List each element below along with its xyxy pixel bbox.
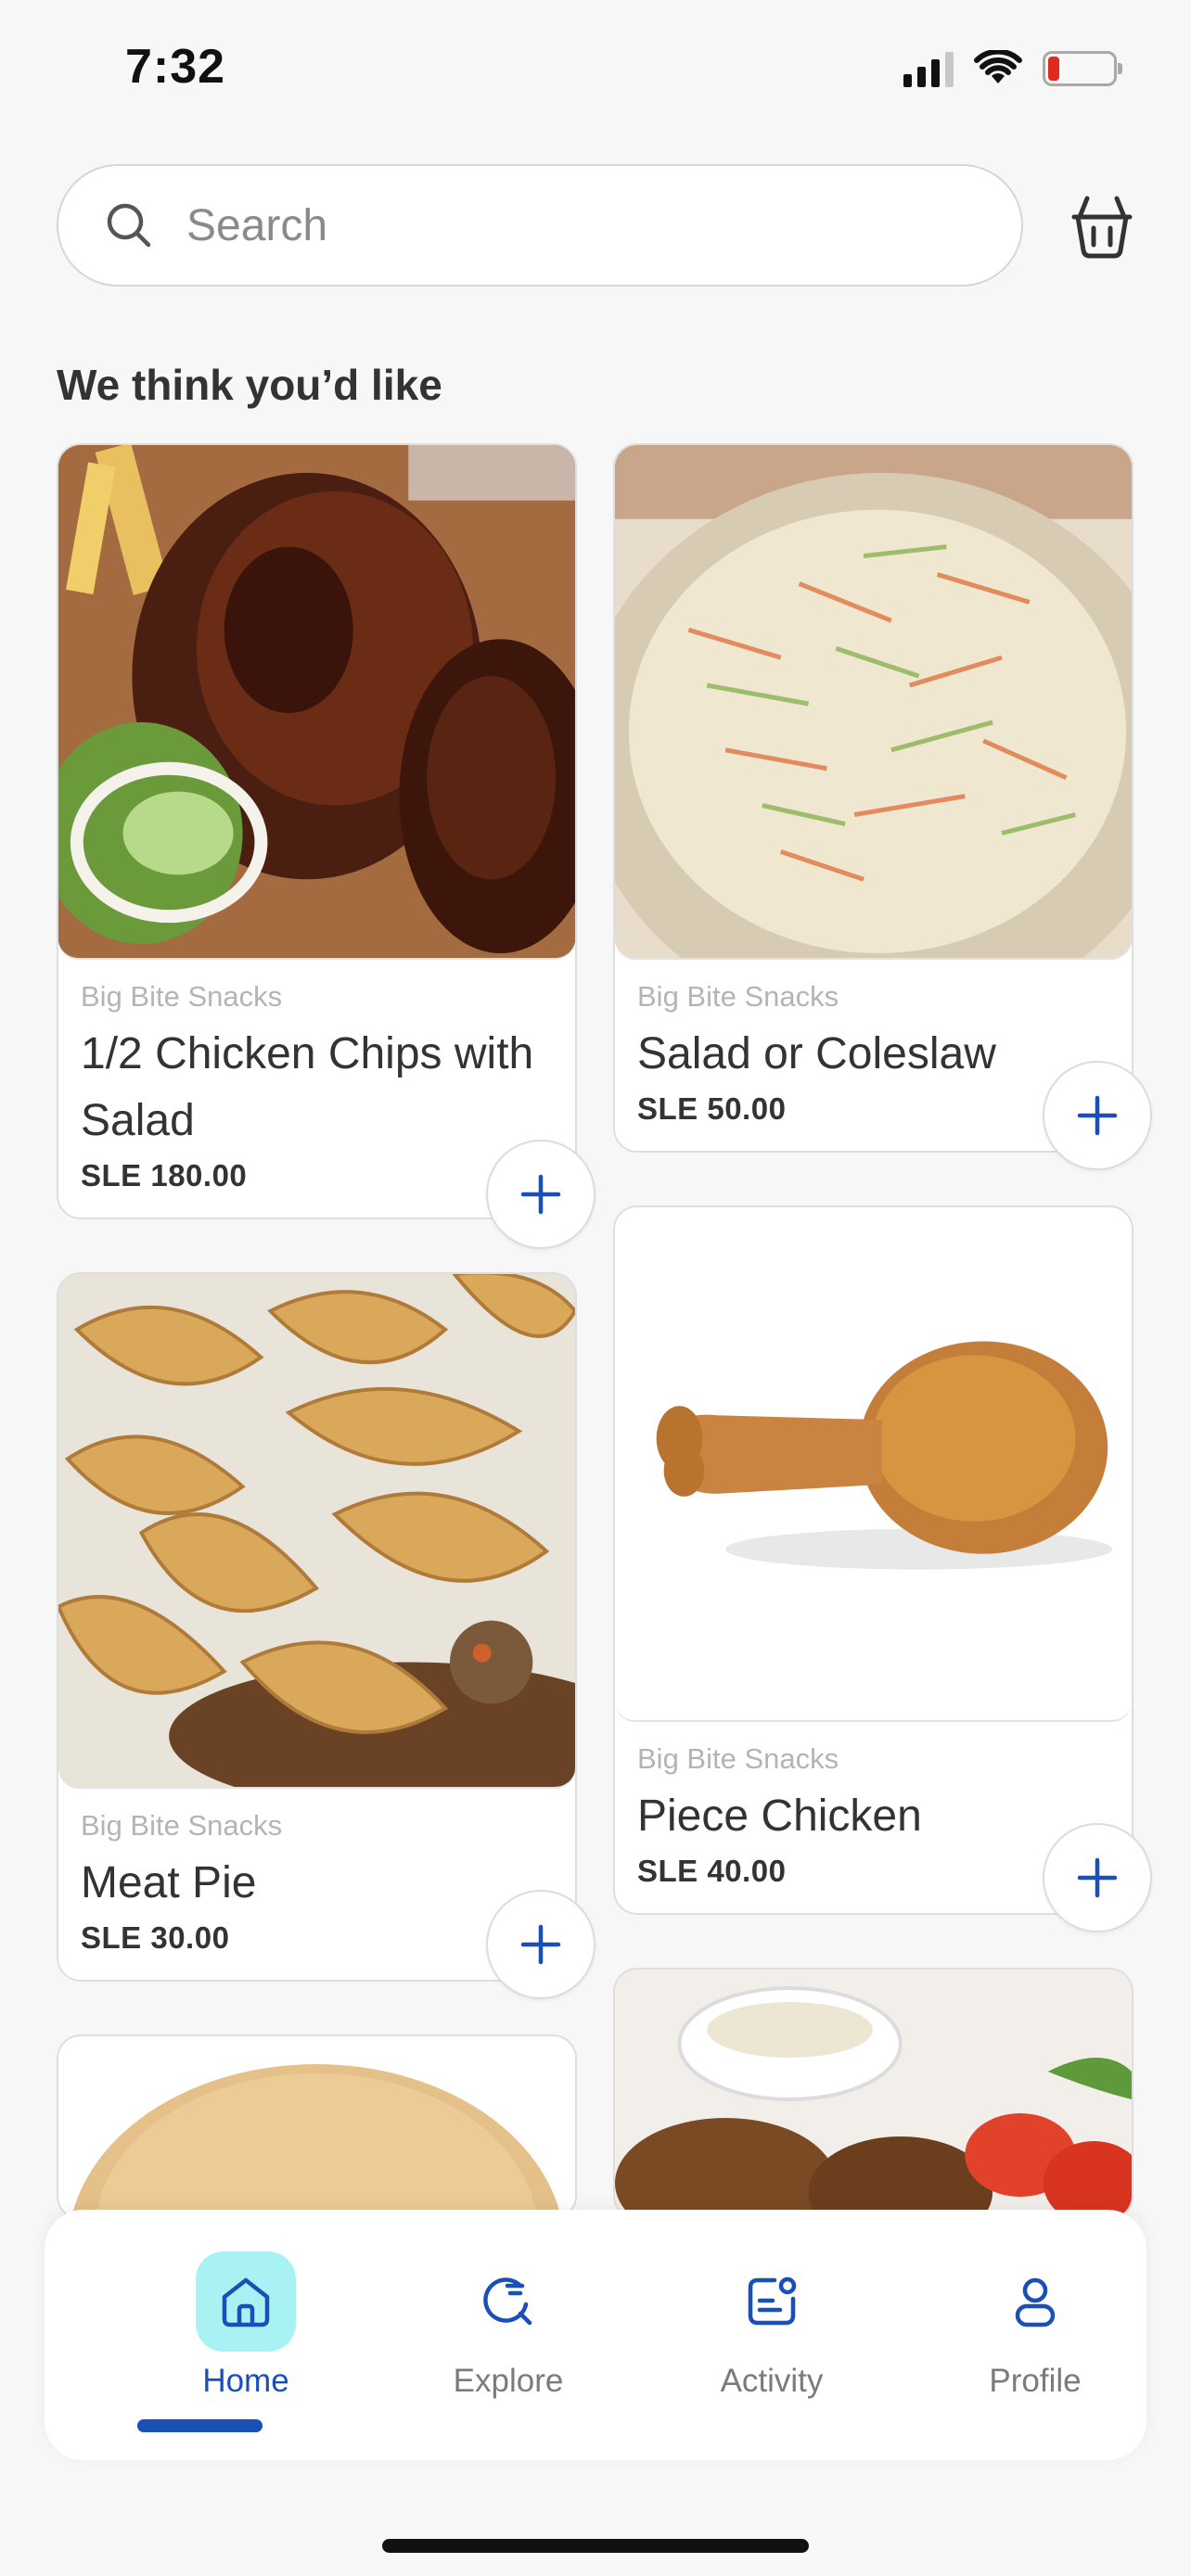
battery-icon [1043,51,1122,86]
product-card[interactable]: Big Bite Snacks 1/2 Chicken Chips with S… [57,443,577,1219]
status-time: 7:32 [125,40,226,94]
product-price: SLE 50.00 [637,1091,787,1126]
product-name: Meat Pie [81,1858,257,1907]
nav-item-home[interactable]: Home [153,2251,339,2428]
vendor-name: Big Bite Snacks [637,1742,839,1775]
product-card[interactable] [57,2034,577,2220]
product-name: 1/2 Chicken Chips with Salad [81,1029,534,1145]
home-indicator[interactable] [382,2539,809,2553]
nav-icon-background [985,2251,1085,2352]
nav-item-profile[interactable]: Profile [942,2251,1128,2428]
product-card[interactable]: Big Bite Snacks Meat Pie SLE 30.00 [57,1272,577,1982]
product-image [615,1207,1132,1722]
add-to-cart-button[interactable] [1043,1823,1152,1932]
vendor-name: Big Bite Snacks [81,980,283,1013]
nav-icon-background [458,2251,558,2352]
product-price: SLE 40.00 [637,1854,787,1888]
nav-icon-background [722,2251,822,2352]
activity-icon [748,2276,797,2326]
nav-label-home: Home [202,2363,289,2399]
plus-icon [520,1924,561,1965]
add-to-cart-button[interactable] [486,1140,596,1249]
add-to-cart-button[interactable] [1043,1061,1152,1170]
profile-icon [1015,2277,1056,2327]
vendor-name: Big Bite Snacks [637,980,839,1013]
nav-label-explore: Explore [453,2363,564,2399]
product-card[interactable]: Big Bite Snacks Piece Chicken SLE 40.00 [613,1205,1133,1915]
product-image [615,445,1132,960]
product-card[interactable] [613,1968,1133,2220]
product-card[interactable]: Big Bite Snacks Salad or Coleslaw SLE 50… [613,443,1133,1153]
basket-icon [1071,196,1133,259]
section-title: We think you’d like [57,361,442,409]
add-to-cart-button[interactable] [486,1890,596,1999]
nav-item-explore[interactable]: Explore [416,2251,601,2428]
search-bar[interactable] [57,164,1023,287]
nav-label-activity: Activity [720,2363,824,2399]
product-image [58,2036,575,2218]
search-input[interactable] [186,199,928,251]
product-image [615,1970,1132,2218]
product-name: Piece Chicken [637,1792,922,1841]
plus-icon [1077,1095,1118,1136]
status-icons [903,46,1122,91]
product-price: SLE 180.00 [81,1158,248,1192]
bottom-navigation: Home Explore Activity Profile [45,2210,1146,2460]
status-bar: 7:32 [0,0,1191,139]
search-icon [107,203,151,248]
home-icon [222,2277,270,2327]
product-price: SLE 30.00 [81,1920,230,1955]
product-image [58,1274,575,1789]
plus-icon [520,1174,561,1215]
vendor-name: Big Bite Snacks [81,1809,283,1842]
basket-button[interactable] [1067,191,1137,261]
product-name: Salad or Coleslaw [637,1029,996,1078]
nav-label-profile: Profile [989,2363,1082,2399]
wifi-icon [974,50,1022,83]
active-tab-indicator [137,2419,263,2432]
nav-item-activity[interactable]: Activity [679,2251,864,2428]
cellular-signal-icon [903,50,954,87]
nav-icon-background [196,2251,296,2352]
product-image [58,445,575,960]
plus-icon [1077,1857,1118,1898]
explore-icon [483,2277,532,2326]
